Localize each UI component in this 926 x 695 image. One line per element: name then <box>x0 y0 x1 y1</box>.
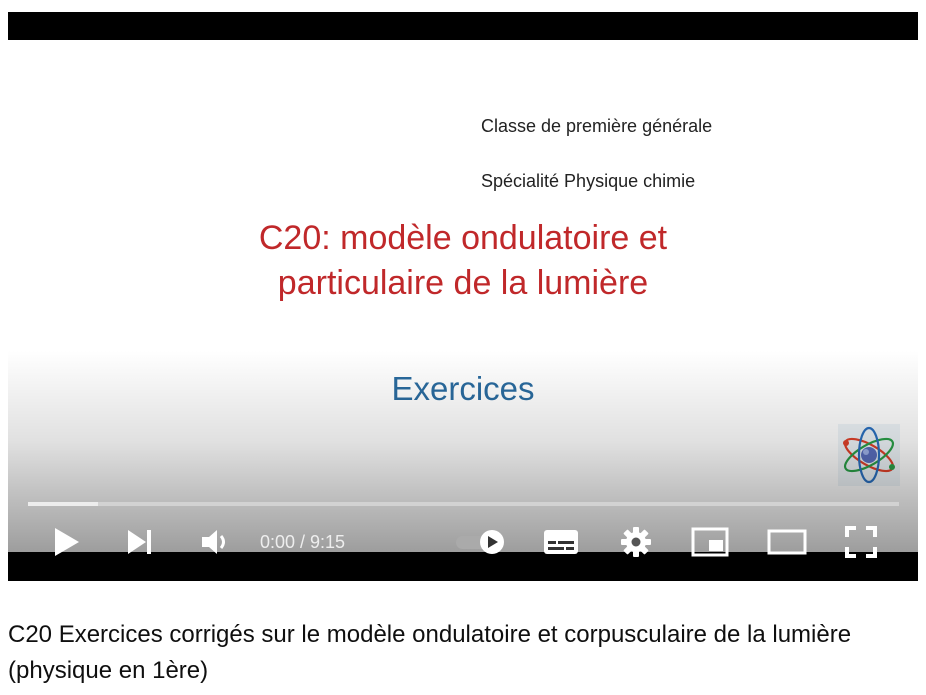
fullscreen-icon <box>845 526 877 558</box>
video-player[interactable]: Classe de première générale Spécialité P… <box>8 12 918 581</box>
autoplay-toggle[interactable] <box>452 512 510 572</box>
slide-title-line2: particulaire de la lumière <box>277 264 649 302</box>
progress-bar[interactable] <box>28 502 899 506</box>
settings-button[interactable] <box>618 512 654 572</box>
atom-logo-icon <box>838 424 900 486</box>
volume-button[interactable] <box>194 512 238 572</box>
autoplay-toggle-icon <box>454 528 508 556</box>
subtitles-button[interactable] <box>540 512 582 572</box>
volume-icon <box>200 528 232 556</box>
settings-gear-icon <box>620 526 652 558</box>
play-button[interactable] <box>46 512 86 572</box>
fullscreen-button[interactable] <box>842 512 880 572</box>
progress-buffered <box>28 502 98 506</box>
play-icon <box>51 526 81 558</box>
miniplayer-icon <box>691 527 729 557</box>
next-button[interactable] <box>120 512 160 572</box>
subtitles-icon <box>543 528 579 556</box>
time-display: 0:00 / 9:15 <box>260 532 346 552</box>
slide-class-line: Classe de première générale <box>481 116 713 136</box>
slide-section-heading: Exercices <box>391 370 535 407</box>
video-frame[interactable]: Classe de première générale Spécialité P… <box>8 40 918 580</box>
slide-title-line1: C20: modèle ondulatoire et <box>258 219 668 257</box>
theater-mode-button[interactable] <box>766 512 808 572</box>
miniplayer-button[interactable] <box>690 512 730 572</box>
next-icon <box>126 529 154 555</box>
video-title[interactable]: C20 Exercices corrigés sur le modèle ond… <box>8 617 908 689</box>
slide-specialty-line: Spécialité Physique chimie <box>481 171 696 191</box>
player-controls: 0:00 / 9:15 <box>8 512 918 572</box>
theater-mode-icon <box>767 529 807 555</box>
